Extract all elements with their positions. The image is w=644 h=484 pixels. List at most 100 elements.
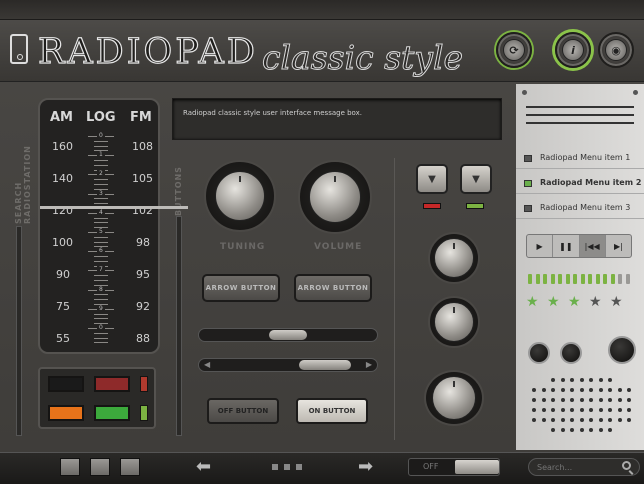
grille-hole: [598, 428, 603, 432]
grille-hole: [551, 378, 555, 382]
square-button-left[interactable]: ▼: [416, 164, 448, 194]
star-icon[interactable]: ★: [610, 294, 623, 310]
off-button[interactable]: OFF BUTTON: [207, 398, 279, 424]
toggle-label: OFF: [423, 462, 439, 471]
grille-hole: [579, 418, 584, 422]
footer-square-button-1[interactable]: [60, 458, 80, 476]
search-scrollbar[interactable]: [16, 226, 22, 436]
grille-hole: [532, 408, 536, 412]
star-icon[interactable]: ★: [547, 294, 560, 310]
star-icon[interactable]: ★: [568, 294, 581, 310]
scale-tick: [94, 145, 108, 147]
grille-hole: [617, 398, 622, 402]
menu-item-3[interactable]: Radiopad Menu item 3: [516, 197, 644, 219]
grille-hole: [598, 418, 603, 422]
on-button[interactable]: ON BUTTON: [296, 398, 368, 424]
equalizer-segment: [618, 274, 622, 284]
green-led: [466, 203, 484, 209]
volume-knob[interactable]: [298, 160, 372, 234]
am-label: AM: [50, 110, 73, 125]
horizontal-slider[interactable]: [198, 328, 378, 342]
scroll-right-icon[interactable]: ▶: [366, 360, 372, 369]
scale-label: 4: [97, 208, 105, 216]
grille-hole: [589, 418, 593, 422]
info-icon: i: [562, 39, 584, 61]
equalizer-segment: [573, 274, 577, 284]
search-icon[interactable]: [622, 461, 631, 470]
scale-tick: [94, 241, 108, 243]
tuning-knob[interactable]: [204, 160, 276, 232]
radiopad-app: RADIOPAD classic style ⟳ i ◉ SEARCH RADI…: [0, 0, 644, 484]
grille-hole: [589, 388, 593, 392]
orange-swatch[interactable]: [48, 405, 84, 421]
grille-hole: [541, 408, 546, 412]
menu-item-1[interactable]: Radiopad Menu item 1: [516, 147, 644, 169]
scale-tick: [94, 337, 108, 339]
arrow-left-button[interactable]: ARROW BUTTON: [202, 274, 280, 302]
media-player-controls: ▶ ❚❚ |◀◀ ▶|: [526, 234, 632, 258]
scroll-left-icon[interactable]: ◀: [204, 360, 210, 369]
scale-tick: [94, 179, 108, 181]
toggle-thumb[interactable]: [455, 460, 499, 474]
buttons-scrollbar[interactable]: [176, 216, 182, 436]
page-dot[interactable]: [272, 464, 278, 470]
grille-hole: [532, 418, 536, 422]
grille-hole: [532, 388, 536, 392]
app-title: RADIOPAD: [37, 31, 258, 72]
pause-button[interactable]: ❚❚: [553, 235, 580, 257]
round-switch-2[interactable]: [560, 342, 582, 364]
am-value: 90: [56, 268, 70, 281]
green-indicator: [140, 405, 148, 421]
small-knob-cap: [434, 302, 474, 342]
equalizer-segment: [565, 274, 570, 284]
back-arrow-icon[interactable]: ⬅: [196, 456, 211, 477]
square-button-right[interactable]: ▼: [460, 164, 492, 194]
grille-hole: [541, 398, 546, 402]
small-knob-3[interactable]: [424, 370, 484, 426]
grille-hole: [627, 408, 631, 412]
grille-hole: [579, 378, 584, 382]
skip-forward-button[interactable]: ▶|: [606, 235, 631, 257]
play-button[interactable]: ▶: [527, 235, 554, 257]
green-swatch[interactable]: [94, 405, 130, 421]
footer-square-button-2[interactable]: [90, 458, 110, 476]
slider-thumb[interactable]: [269, 330, 307, 340]
equalizer-segment: [595, 274, 600, 284]
footer-square-button-3[interactable]: [120, 458, 140, 476]
skip-forward-icon: ▶|: [613, 241, 623, 251]
refresh-button[interactable]: ⟳: [496, 32, 532, 68]
forward-arrow-icon[interactable]: ➡: [358, 456, 373, 477]
round-switch-3[interactable]: [608, 336, 636, 364]
small-knob-2[interactable]: [428, 296, 480, 348]
tablet-icon: [10, 34, 28, 64]
red-swatch[interactable]: [94, 376, 130, 392]
scale-tick: [94, 260, 108, 262]
grille-hole: [579, 428, 584, 432]
red-indicator: [140, 376, 148, 392]
grille-hole: [570, 418, 574, 422]
small-knob-1[interactable]: [428, 232, 480, 284]
page-dot[interactable]: [296, 464, 302, 470]
round-switch-1[interactable]: [528, 342, 550, 364]
arrow-right-button[interactable]: ARROW BUTTON: [294, 274, 372, 302]
radio-tuner[interactable]: AM LOG FM 160 140 120 100 90 75 55 108 1…: [38, 98, 160, 354]
black-swatch[interactable]: [48, 376, 84, 392]
grille-hole: [551, 398, 555, 402]
scrollbar-thumb[interactable]: [299, 360, 351, 370]
settings-button[interactable]: ◉: [598, 32, 634, 68]
am-value: 140: [52, 172, 73, 185]
star-icon[interactable]: ★: [589, 294, 602, 310]
scale-label: 5: [97, 228, 105, 235]
equalizer-segment: [543, 274, 547, 284]
page-dot[interactable]: [284, 464, 290, 470]
am-value: 100: [52, 236, 73, 249]
skip-back-button[interactable]: |◀◀: [579, 235, 606, 257]
pause-icon: ❚❚: [559, 241, 573, 251]
tuner-needle[interactable]: [40, 206, 188, 209]
horizontal-scrollbar[interactable]: ◀ ▶: [198, 358, 378, 372]
info-button[interactable]: i: [555, 32, 591, 68]
am-value: 160: [52, 140, 73, 153]
off-toggle-switch[interactable]: OFF: [408, 458, 500, 476]
menu-item-2[interactable]: Radiopad Menu item 2: [516, 172, 644, 194]
star-icon[interactable]: ★: [526, 294, 539, 310]
